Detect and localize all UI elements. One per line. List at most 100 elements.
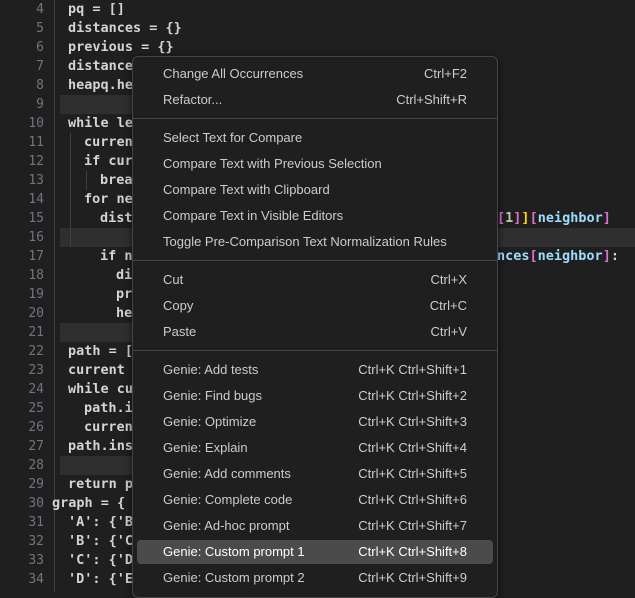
menu-item-genie-add-tests[interactable]: Genie: Add tests Ctrl+K Ctrl+Shift+1 [137,358,493,382]
line-number: 16 [28,230,44,245]
menu-item-label: Copy [163,298,194,313]
menu-item-label: Genie: Add comments [163,466,291,481]
menu-item-label: Refactor... [163,92,223,107]
menu-item-genie-custom-prompt-1[interactable]: Genie: Custom prompt 1 Ctrl+K Ctrl+Shift+… [137,540,493,564]
code-text: curren [84,134,133,150]
menu-item-select-text-for-compare[interactable]: Select Text for Compare [137,126,493,150]
code-text: while le [68,115,134,131]
menu-item-shortcut: Ctrl+F2 [424,66,467,81]
code-text: while cu [68,381,134,397]
code-text: pq = [] [68,1,125,17]
line-number: 7 [36,59,44,74]
menu-separator [133,350,497,351]
line-number: 20 [28,306,44,321]
code-text: 'A': {'B [68,514,134,530]
menu-item-genie-complete-code[interactable]: Genie: Complete code Ctrl+K Ctrl+Shift+6 [137,488,493,512]
code-text: if cur [84,153,133,169]
menu-item-paste[interactable]: Paste Ctrl+V [137,320,493,344]
line-number: 9 [36,97,44,112]
line-number: 13 [28,173,44,188]
menu-item-label: Compare Text with Previous Selection [163,156,382,171]
line-number: 28 [28,458,44,473]
code-text: return p [68,476,134,492]
menu-item-shortcut: Ctrl+Shift+R [396,92,467,107]
menu-item-shortcut: Ctrl+V [430,324,467,339]
line-number: 18 [28,268,44,283]
menu-item-refactor[interactable]: Refactor... Ctrl+Shift+R [137,88,493,112]
menu-item-label: Genie: Custom prompt 1 [163,544,305,559]
code-text: path.ins [68,438,134,454]
menu-item-label: Genie: Complete code [163,492,293,507]
menu-item-genie-find-bugs[interactable]: Genie: Find bugs Ctrl+K Ctrl+Shift+2 [137,384,493,408]
line-number: 24 [28,382,44,397]
menu-item-label: Genie: Optimize [163,414,257,429]
menu-item-shortcut: Ctrl+K Ctrl+Shift+1 [358,362,467,377]
menu-item-cut[interactable]: Cut Ctrl+X [137,268,493,292]
line-number: 31 [28,515,44,530]
line-number: 33 [28,553,44,568]
menu-item-label: Genie: Find bugs [163,388,263,403]
menu-item-label: Paste [163,324,197,339]
menu-item-shortcut: Ctrl+C [429,298,467,313]
menu-item-shortcut: Ctrl+K Ctrl+Shift+7 [358,518,467,533]
menu-item-label: Compare Text with Clipboard [163,182,330,197]
code-text: 'D': {'E [68,571,134,587]
line-number: 8 [36,78,44,93]
code-line: 5 distances = {} [0,19,635,38]
line-number: 27 [28,439,44,454]
menu-item-genie-add-comments[interactable]: Genie: Add comments Ctrl+K Ctrl+Shift+5 [137,462,493,486]
line-number: 32 [28,534,44,549]
line-number: 23 [28,363,44,378]
menu-item-shortcut: Ctrl+K Ctrl+Shift+4 [358,440,467,455]
code-text: curren [84,419,133,435]
menu-item-genie-explain[interactable]: Genie: Explain Ctrl+K Ctrl+Shift+4 [137,436,493,460]
menu-separator [133,118,497,119]
menu-item-compare-text-with-previous-selection[interactable]: Compare Text with Previous Selection [137,152,493,176]
menu-item-toggle-pre-comparison-text-normalization-rules[interactable]: Toggle Pre-Comparison Text Normalization… [137,230,493,254]
code-line: 4 pq = [] [0,0,635,19]
code-text: current [68,362,125,378]
code-text: previous = {} [68,39,174,55]
menu-item-change-all-occurrences[interactable]: Change All Occurrences Ctrl+F2 [137,62,493,86]
menu-item-label: Genie: Explain [163,440,248,455]
menu-item-label: Toggle Pre-Comparison Text Normalization… [163,234,447,249]
line-number: 25 [28,401,44,416]
code-text: distances = {} [68,20,182,36]
code-text: di [116,267,133,283]
menu-item-shortcut: Ctrl+K Ctrl+Shift+5 [358,466,467,481]
menu-item-genie-ad-hoc-prompt[interactable]: Genie: Ad-hoc prompt Ctrl+K Ctrl+Shift+7 [137,514,493,538]
menu-item-copy[interactable]: Copy Ctrl+C [137,294,493,318]
line-number: 5 [36,21,44,36]
menu-item-label: Genie: Ad-hoc prompt [163,518,290,533]
menu-item-label: Genie: Custom prompt 2 [163,570,305,585]
line-number: 34 [28,572,44,587]
line-number: 26 [28,420,44,435]
menu-item-shortcut: Ctrl+K Ctrl+Shift+8 [358,544,467,559]
code-text: pr [116,286,133,302]
line-number: 12 [28,154,44,169]
menu-item-genie-optimize[interactable]: Genie: Optimize Ctrl+K Ctrl+Shift+3 [137,410,493,434]
menu-item-compare-text-with-clipboard[interactable]: Compare Text with Clipboard [137,178,493,202]
line-number: 4 [36,2,44,17]
line-number: 22 [28,344,44,359]
line-number: 21 [28,325,44,340]
code-text: brea [100,172,133,188]
line-number: 19 [28,287,44,302]
line-number: 29 [28,477,44,492]
line-number: 11 [28,135,44,150]
code-line: 6 previous = {} [0,38,635,57]
menu-item-shortcut: Ctrl+K Ctrl+Shift+6 [358,492,467,507]
menu-item-shortcut: Ctrl+K Ctrl+Shift+2 [358,388,467,403]
menu-item-shortcut: Ctrl+X [430,272,467,287]
line-number: 14 [28,192,44,207]
menu-separator [133,260,497,261]
code-text: path = [ [68,343,134,359]
context-menu: Change All Occurrences Ctrl+F2 Refactor...… [132,56,498,598]
line-number: 30 [28,496,44,511]
line-number: 10 [28,116,44,131]
menu-item-label: Select Text for Compare [163,130,303,145]
menu-item-shortcut: Ctrl+K Ctrl+Shift+3 [358,414,467,429]
code-text: graph = { [52,495,126,511]
menu-item-genie-custom-prompt-2[interactable]: Genie: Custom prompt 2 Ctrl+K Ctrl+Shift+… [137,566,493,590]
menu-item-compare-text-in-visible-editors[interactable]: Compare Text in Visible Editors [137,204,493,228]
